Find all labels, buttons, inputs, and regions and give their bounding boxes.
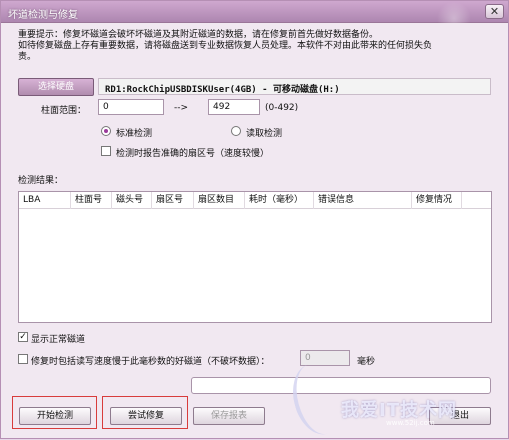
flower-decoration [432,1,476,23]
warning-notice: 重要提示：修复坏磁道会破坏坏磁道及其附近磁道的数据，请在修复前首先做好数据备份。… [18,30,496,63]
column-elapsed[interactable]: 耗时（毫秒） [245,192,314,209]
window-title: 坏道检测与修复 [8,10,78,21]
standard-check-radio[interactable] [101,126,111,136]
report-sector-label: 检测时报告准确的扇区号（速度较慢） [116,149,270,159]
cylinder-to-input[interactable]: 492 [208,99,260,115]
read-check-radio[interactable] [231,126,241,136]
start-check-button[interactable]: 开始检测 [19,407,91,425]
results-label: 检测结果： [18,176,64,186]
column-sector-count[interactable]: 扇区数目 [194,192,245,209]
column-head[interactable]: 磁头号 [112,192,152,209]
results-header: LBA 柱面号 磁头号 扇区号 扇区数目 耗时（毫秒） 错误信息 修复情况 [19,192,491,209]
exit-button[interactable]: 退出 [429,407,491,425]
wing-logo-icon [285,358,351,440]
show-normal-checkbox[interactable]: ✓ [18,332,28,342]
progress-status-field [191,377,491,394]
disk-name-field[interactable]: RD1:RockChipUSBDISKUser(4GB) - 可移动磁盘(H:) [98,78,491,95]
cylinder-from-input[interactable]: 0 [98,99,164,115]
ms-unit-label: 毫秒 [357,357,376,367]
cylinder-range-hint: (0-492) [265,103,299,113]
slow-repair-checkbox[interactable] [18,354,28,364]
save-report-button[interactable]: 保存报表 [193,407,265,425]
notice-line-3: 责。 [18,52,37,62]
ms-threshold-input[interactable]: 0 [300,350,350,366]
slow-repair-label: 修复时包括读写速度慢于此毫秒数的好磁道（不破坏数据）： [31,357,270,367]
cylinder-range-label: 柱面范围： [41,106,87,116]
range-arrow: --> [174,103,189,113]
column-error[interactable]: 错误信息 [314,192,412,209]
standard-check-label: 标准检测 [116,129,153,139]
title-bar[interactable]: 坏道检测与修复 ✕ [1,1,508,23]
column-repair[interactable]: 修复情况 [412,192,462,209]
close-icon: ✕ [489,5,500,18]
column-sector[interactable]: 扇区号 [152,192,194,209]
report-sector-checkbox[interactable] [101,146,111,156]
repair-window: 坏道检测与修复 ✕ 重要提示：修复坏磁道会破坏坏磁道及其附近磁道的数据，请在修复… [0,0,509,440]
try-repair-button[interactable]: 尝试修复 [110,407,182,425]
column-lba[interactable]: LBA [19,192,71,209]
show-normal-label: 显示正常磁道 [31,335,86,345]
column-cylinder[interactable]: 柱面号 [71,192,112,209]
notice-line-2: 如待修复磁盘上存有重要数据，请将磁盘送到专业数据恢复人员处理。本软件不对由此带来… [18,41,433,51]
results-list[interactable]: LBA 柱面号 磁头号 扇区号 扇区数目 耗时（毫秒） 错误信息 修复情况 [18,191,492,323]
read-check-label: 读取检测 [246,129,283,139]
close-button[interactable]: ✕ [485,4,504,19]
select-disk-button[interactable]: 选择硬盘 [18,78,94,96]
site-watermark: 我爱IT技术网 www.52ij.com [285,358,503,440]
watermark-url: www.52ij.com [386,419,435,427]
notice-line-1: 重要提示：修复坏磁道会破坏坏磁道及其附近磁道的数据，请在修复前首先做好数据备份。 [18,30,379,40]
